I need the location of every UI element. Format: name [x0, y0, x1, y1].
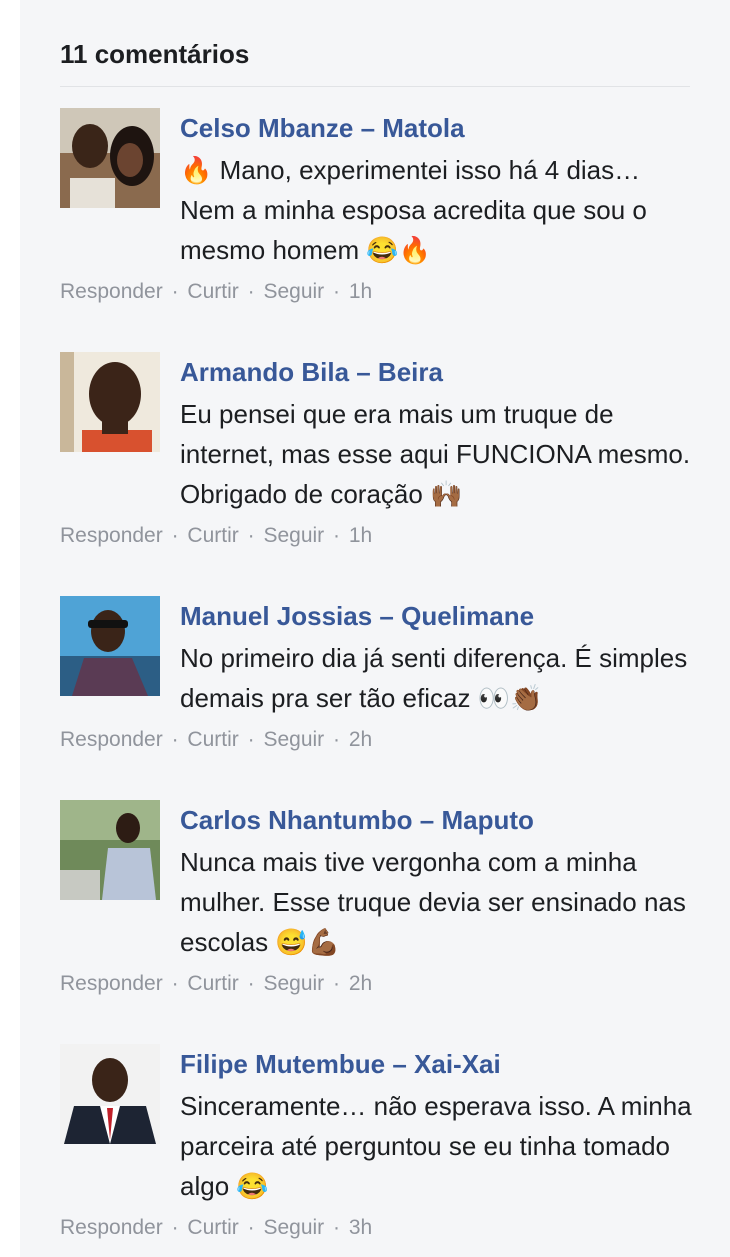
separator: ·	[333, 972, 340, 995]
avatar[interactable]	[60, 800, 160, 900]
comment-actions: Responder · Curtir · Seguir · 1h	[60, 278, 372, 306]
reply-link[interactable]: Responder	[60, 278, 163, 306]
separator: ·	[171, 280, 179, 303]
comment-timestamp: 3h	[348, 1216, 373, 1239]
comment-timestamp: 2h	[348, 972, 373, 995]
comment-timestamp: 2h	[348, 728, 373, 751]
follow-link[interactable]: Seguir	[263, 1214, 324, 1242]
comment-text: Nunca mais tive vergonha com a minha mul…	[180, 847, 686, 957]
comment-author[interactable]: Manuel Jossias – Quelimane	[180, 598, 534, 634]
like-link[interactable]: Curtir	[187, 970, 238, 998]
comment-timestamp: 1h	[348, 280, 373, 303]
separator: ·	[333, 728, 340, 751]
separator: ·	[247, 972, 255, 995]
comment-actions: Responder · Curtir · Seguir · 2h	[60, 970, 372, 998]
comment-text: 🔥 Mano, experimentei isso há 4 dias… Nem…	[180, 155, 647, 265]
separator: ·	[171, 1216, 179, 1239]
comment-text: Eu pensei que era mais um truque de inte…	[180, 399, 691, 509]
divider	[60, 86, 690, 87]
separator: ·	[171, 972, 179, 995]
separator: ·	[171, 728, 179, 751]
comment-timestamp: 1h	[348, 524, 373, 547]
avatar[interactable]	[60, 352, 160, 452]
comment-text: Sinceramente… não esperava isso. A minha…	[180, 1091, 692, 1201]
separator: ·	[247, 1216, 255, 1239]
like-link[interactable]: Curtir	[187, 726, 238, 754]
separator: ·	[247, 524, 255, 547]
like-link[interactable]: Curtir	[187, 278, 238, 306]
separator: ·	[333, 1216, 340, 1239]
comment-text: No primeiro dia já senti diferença. É si…	[180, 643, 688, 713]
follow-link[interactable]: Seguir	[263, 522, 324, 550]
separator: ·	[171, 524, 179, 547]
comment-actions: Responder · Curtir · Seguir · 2h	[60, 726, 372, 754]
separator: ·	[333, 280, 340, 303]
avatar[interactable]	[60, 108, 160, 208]
reply-link[interactable]: Responder	[60, 970, 163, 998]
avatar[interactable]	[60, 596, 160, 696]
separator: ·	[247, 280, 255, 303]
comment-actions: Responder · Curtir · Seguir · 3h	[60, 1214, 372, 1242]
follow-link[interactable]: Seguir	[263, 726, 324, 754]
reply-link[interactable]: Responder	[60, 726, 163, 754]
comment-author[interactable]: Carlos Nhantumbo – Maputo	[180, 802, 534, 838]
comment-author[interactable]: Celso Mbanze – Matola	[180, 110, 465, 146]
reply-link[interactable]: Responder	[60, 522, 163, 550]
avatar[interactable]	[60, 1044, 160, 1144]
like-link[interactable]: Curtir	[187, 522, 238, 550]
like-link[interactable]: Curtir	[187, 1214, 238, 1242]
follow-link[interactable]: Seguir	[263, 278, 324, 306]
follow-link[interactable]: Seguir	[263, 970, 324, 998]
separator: ·	[333, 524, 340, 547]
comment-author[interactable]: Armando Bila – Beira	[180, 354, 443, 390]
reply-link[interactable]: Responder	[60, 1214, 163, 1242]
separator: ·	[247, 728, 255, 751]
comment-actions: Responder · Curtir · Seguir · 1h	[60, 522, 372, 550]
comment-count-title: 11 comentários	[60, 39, 250, 69]
comment-author[interactable]: Filipe Mutembue – Xai-Xai	[180, 1046, 501, 1082]
comments-panel: 11 comentários Celso Mbanze – Matola 🔥 M…	[20, 0, 730, 1257]
